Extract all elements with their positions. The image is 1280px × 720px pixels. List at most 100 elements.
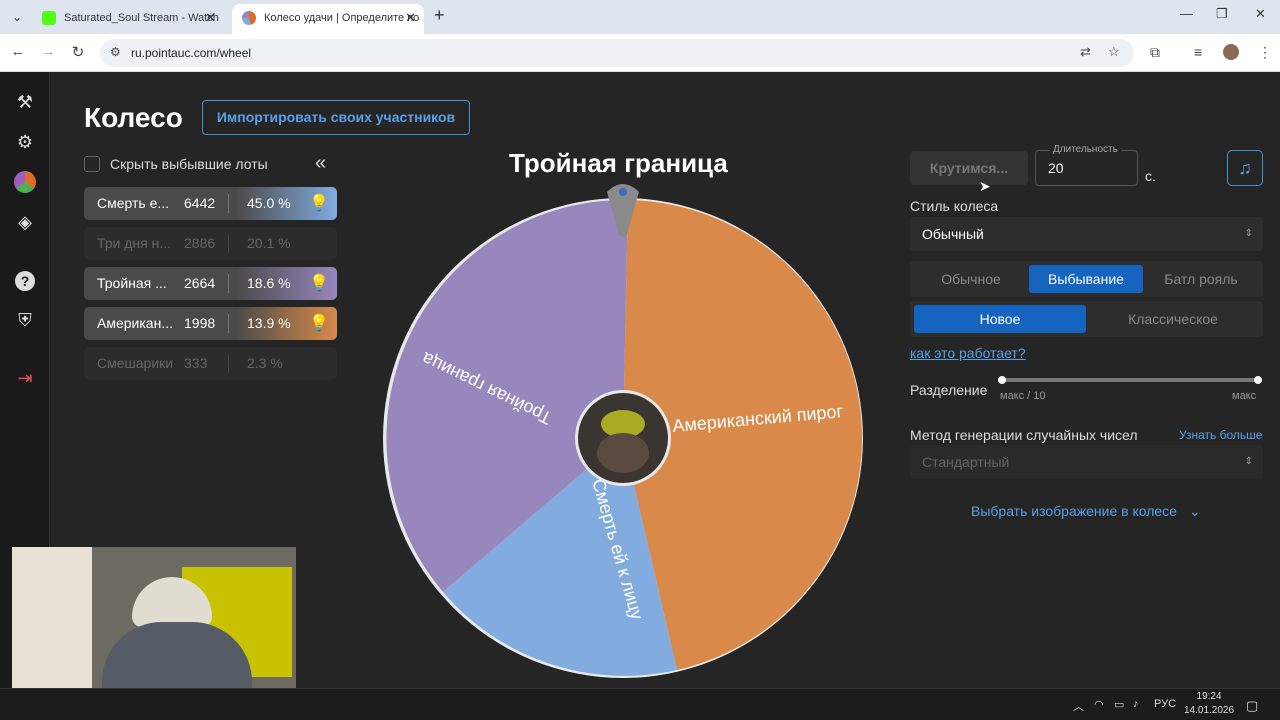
choose-image-toggle[interactable]: Выбрать изображение в колесе ⌄ bbox=[971, 503, 1201, 520]
variant-option[interactable]: Классическое bbox=[1087, 305, 1259, 333]
chevron-down-icon: ⌄ bbox=[1188, 503, 1201, 519]
tab-title: Saturated_Soul Stream - Watch bbox=[64, 12, 219, 24]
wheel-winner-title: Тройная граница bbox=[509, 148, 728, 178]
bookmark-star-icon[interactable]: ☆ bbox=[1108, 44, 1120, 60]
split-min-label: макс / 10 bbox=[1000, 390, 1046, 402]
hide-eliminated-checkbox[interactable] bbox=[84, 156, 100, 172]
logout-icon[interactable]: ⇥ bbox=[13, 366, 37, 390]
lot-row[interactable]: Тройная ... 2664 18.6 % 💡 bbox=[84, 267, 337, 300]
lot-divider bbox=[228, 234, 229, 253]
variant-option-active[interactable]: Новое bbox=[914, 305, 1086, 333]
rng-select[interactable]: Стандартный ⇕ bbox=[910, 445, 1263, 479]
reload-icon[interactable]: ↻ bbox=[68, 43, 88, 61]
forward-icon[interactable]: → bbox=[38, 43, 58, 60]
lot-row-eliminated[interactable]: Три дня н... 2886 20.1 % bbox=[84, 227, 337, 260]
auction-gavel-icon[interactable]: ⚒ bbox=[13, 90, 37, 114]
lightbulb-icon[interactable]: 💡 bbox=[301, 267, 337, 300]
new-tab-icon[interactable]: + bbox=[434, 5, 445, 26]
layers-icon[interactable]: ◈ bbox=[13, 210, 37, 234]
volume-icon[interactable]: ♪ bbox=[1133, 698, 1139, 710]
clock-time: 19:24 bbox=[1196, 691, 1222, 702]
rng-value: Стандартный bbox=[922, 454, 1010, 470]
split-slider-min-handle[interactable] bbox=[998, 376, 1006, 384]
settings-gear-icon[interactable]: ⚙ bbox=[13, 130, 37, 154]
url-bar[interactable]: ⚙ ru.pointauc.com/wheel ⇄ ☆ bbox=[100, 39, 1134, 67]
help-icon[interactable]: ? bbox=[13, 268, 37, 292]
webcam-overlay bbox=[12, 547, 296, 707]
back-icon[interactable]: ← bbox=[8, 43, 28, 60]
music-note-icon[interactable]: ♫ bbox=[1227, 150, 1263, 186]
duration-input[interactable]: Длительность 20 bbox=[1035, 144, 1138, 186]
duration-unit: с. bbox=[1145, 168, 1156, 184]
system-clock[interactable]: 19:24 14.01.2026 bbox=[1184, 690, 1234, 718]
how-it-works-link[interactable]: как это работает? bbox=[910, 345, 1026, 361]
minimize-icon[interactable]: — bbox=[1180, 6, 1193, 21]
wheel-pointer-dot bbox=[619, 188, 627, 196]
mode-option[interactable]: Обычное bbox=[914, 265, 1028, 293]
lot-name: Смешарики bbox=[97, 355, 174, 371]
tab-search-icon[interactable]: ⌄ bbox=[8, 8, 26, 26]
lightbulb-icon[interactable]: 💡 bbox=[301, 307, 337, 340]
split-label: Разделение bbox=[910, 382, 988, 398]
webcam-shelf bbox=[12, 547, 92, 707]
os-taskbar: ︿ ◠ ▭ ♪ РУС 19:24 14.01.2026 ▢ bbox=[0, 688, 1280, 720]
kick-favicon-icon bbox=[42, 11, 56, 25]
split-slider-max-handle[interactable] bbox=[1254, 376, 1262, 384]
choose-image-label: Выбрать изображение в колесе bbox=[971, 503, 1177, 519]
close-window-icon[interactable]: ✕ bbox=[1255, 6, 1266, 22]
browser-menu-icon[interactable]: ⋮ bbox=[1258, 44, 1272, 61]
site-info-icon[interactable]: ⚙ bbox=[110, 45, 121, 59]
mode-option[interactable]: Батл рояль bbox=[1144, 265, 1258, 293]
lot-row-eliminated[interactable]: Смешарики 333 2.3 % bbox=[84, 347, 337, 380]
lot-amount: 1998 bbox=[184, 315, 216, 331]
address-bar-row: ← → ↻ ⚙ ru.pointauc.com/wheel ⇄ ☆ ⧉ ≡ ⋮ bbox=[0, 34, 1280, 72]
network-icon[interactable]: ◠ bbox=[1094, 698, 1104, 711]
tray-chevron-icon[interactable]: ︿ bbox=[1073, 698, 1084, 714]
import-participants-button[interactable]: Импортировать своих участников bbox=[202, 100, 470, 135]
lot-name: Американ... bbox=[97, 315, 173, 331]
lot-percent: 18.6 % bbox=[247, 275, 291, 291]
lot-row[interactable]: Американ... 1998 13.9 % 💡 bbox=[84, 307, 337, 340]
lot-row[interactable]: Смерть е... 6442 45.0 % 💡 bbox=[84, 187, 337, 220]
mode-option-active[interactable]: Выбывание bbox=[1029, 265, 1143, 293]
lot-percent: 45.0 % bbox=[247, 195, 291, 211]
close-tab-icon[interactable]: ✕ bbox=[405, 4, 416, 32]
wheel-style-value: Обычный bbox=[922, 226, 984, 242]
close-tab-icon[interactable]: ✕ bbox=[205, 4, 216, 32]
language-indicator[interactable]: РУС bbox=[1154, 698, 1176, 710]
translate-icon[interactable]: ⇄ bbox=[1080, 44, 1091, 60]
lot-percent: 2.3 % bbox=[247, 355, 283, 371]
lot-name: Тройная ... bbox=[97, 275, 167, 291]
lot-divider bbox=[228, 274, 229, 293]
wheel[interactable]: Американский пирог Смерть ей к лицу Трой… bbox=[381, 178, 865, 678]
lot-divider bbox=[228, 314, 229, 333]
maximize-icon[interactable]: ❐ bbox=[1216, 6, 1228, 22]
mouse-cursor-icon: ➤ bbox=[979, 178, 991, 194]
rng-learn-more-link[interactable]: Узнать больше bbox=[1179, 428, 1262, 442]
tab-title: Колесо удачи | Определите по bbox=[264, 12, 420, 24]
split-slider[interactable] bbox=[1000, 378, 1259, 382]
clock-date: 14.01.2026 bbox=[1184, 705, 1235, 716]
browser-tab-kick[interactable]: Saturated_Soul Stream - Watch ✕ bbox=[32, 4, 224, 34]
url-text[interactable]: ru.pointauc.com/wheel bbox=[131, 46, 251, 60]
hide-eliminated-label: Скрыть выбывшие лоты bbox=[110, 156, 268, 172]
split-max-label: макс bbox=[1232, 390, 1257, 402]
rng-label: Метод генерации случайных чисел bbox=[910, 427, 1138, 443]
browser-tab-wheel[interactable]: Колесо удачи | Определите по ✕ bbox=[232, 4, 424, 34]
lightbulb-icon[interactable]: 💡 bbox=[301, 187, 337, 220]
profile-avatar[interactable] bbox=[1223, 44, 1239, 60]
hide-eliminated-toggle[interactable]: Скрыть выбывшие лоты bbox=[84, 156, 268, 172]
wheel-pie-icon[interactable] bbox=[13, 170, 37, 194]
wheel-style-select[interactable]: Обычный ⇕ bbox=[910, 217, 1263, 251]
duration-value[interactable]: 20 bbox=[1048, 160, 1064, 176]
battery-icon[interactable]: ▭ bbox=[1114, 698, 1124, 711]
media-control-icon[interactable]: ≡ bbox=[1194, 44, 1202, 60]
shield-check-icon[interactable]: ⛨ bbox=[13, 308, 37, 332]
spin-button[interactable]: Крутимся... bbox=[910, 151, 1028, 185]
extensions-icon[interactable]: ⧉ bbox=[1150, 44, 1160, 61]
page-title: Колесо bbox=[84, 102, 183, 133]
collapse-list-icon[interactable]: « bbox=[315, 152, 326, 175]
variant-selector: Новое Классическое bbox=[910, 301, 1263, 337]
wheel-favicon-icon bbox=[242, 11, 256, 25]
notifications-icon[interactable]: ▢ bbox=[1246, 698, 1258, 714]
